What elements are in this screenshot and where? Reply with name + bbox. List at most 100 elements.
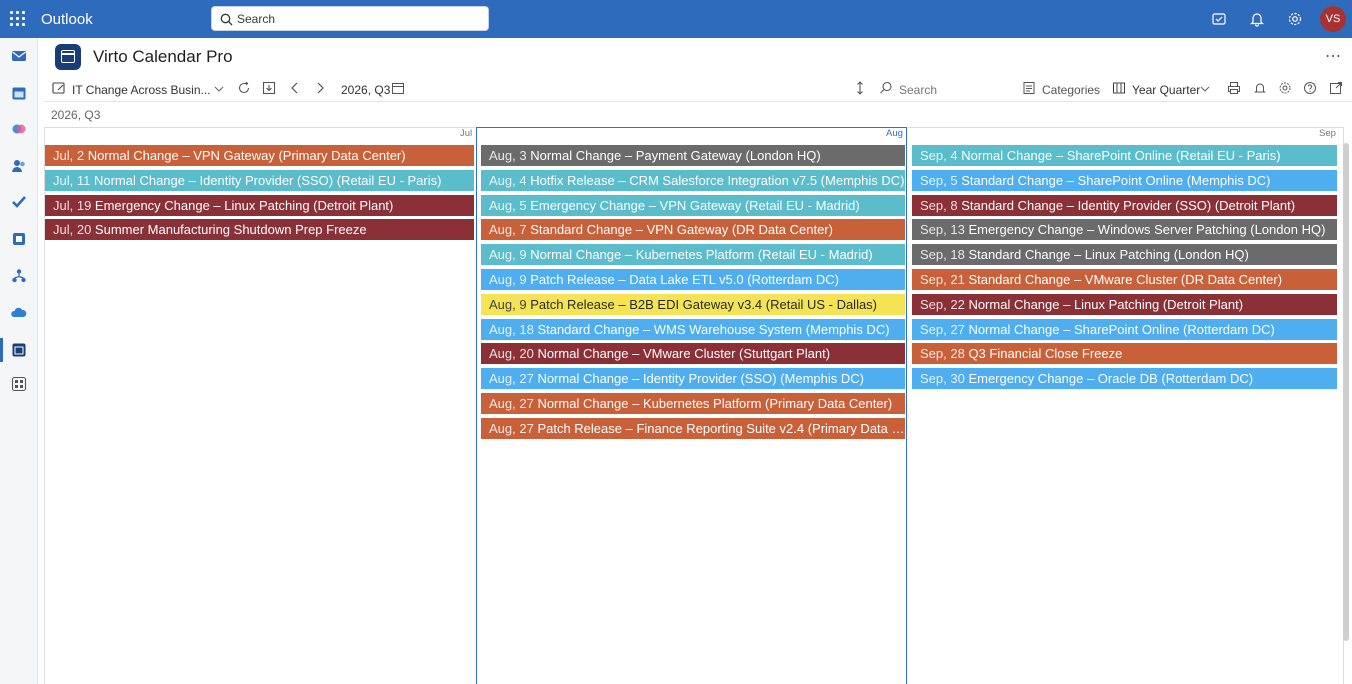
bell-icon[interactable] (1249, 11, 1265, 27)
event-jul-3[interactable]: Jul, 20 Summer Manufacturing Shutdown Pr… (45, 219, 474, 241)
todo-icon[interactable] (11, 194, 27, 210)
event-date: Jul, 11 (53, 172, 91, 188)
event-date: Sep, 4 (920, 148, 958, 163)
event-date: Aug, 9 (489, 247, 527, 263)
event-aug-9[interactable]: Aug, 27 Normal Change – Identity Provide… (481, 368, 905, 390)
event-sep-5[interactable]: Sep, 21 Standard Change – VMware Cluster… (912, 269, 1337, 290)
event-aug-1[interactable]: Aug, 4 Hotfix Release – CRM Salesforce I… (481, 169, 905, 191)
event-title: Normal Change – VMware Cluster (Stuttgar… (533, 346, 831, 362)
event-jul-2[interactable]: Jul, 19 Emergency Change – Linux Patchin… (45, 194, 474, 216)
period-label[interactable]: 2026, Q3 (341, 83, 390, 97)
event-date: Sep, 21 (920, 272, 965, 287)
event-title: Emergency Change – VPN Gateway (Retail E… (526, 197, 860, 213)
event-aug-0[interactable]: Aug, 3 Normal Change – Payment Gateway (… (481, 145, 905, 166)
event-aug-11[interactable]: Aug, 27 Patch Release – Finance Reportin… (481, 417, 905, 439)
event-date: Aug, 20 (489, 346, 534, 362)
categories-icon[interactable] (1022, 81, 1036, 95)
event-date: Sep, 22 (920, 296, 965, 312)
gear-icon[interactable] (1287, 11, 1303, 27)
print-icon[interactable] (1227, 81, 1241, 95)
event-aug-2[interactable]: Aug, 5 Emergency Change – VPN Gateway (R… (481, 194, 905, 216)
avatar[interactable]: VS (1320, 6, 1346, 32)
global-search-input[interactable]: Search (211, 6, 489, 31)
event-aug-3[interactable]: Aug, 7 Standard Change – VPN Gateway (DR… (481, 219, 905, 241)
event-title: Standard Change – WMS Warehouse System (… (533, 321, 890, 337)
date-picker-icon[interactable] (391, 81, 405, 95)
edit-calendar-icon[interactable] (52, 81, 66, 95)
virto-calendar-icon[interactable] (11, 342, 27, 358)
chevron-down-icon[interactable] (212, 82, 226, 96)
bookings-icon[interactable] (11, 231, 27, 247)
event-aug-5[interactable]: Aug, 9 Patch Release – Data Lake ETL v5.… (481, 269, 905, 290)
event-date: Sep, 13 (920, 222, 965, 238)
event-date: Sep, 5 (920, 172, 958, 188)
event-date: Jul, 19 (53, 197, 92, 213)
event-title: Emergency Change – Linux Patching (Detro… (91, 197, 394, 213)
event-date: Jul, 20 (53, 222, 92, 238)
calendar-icon[interactable] (11, 85, 27, 101)
event-date: Sep, 18 (920, 247, 965, 263)
event-title: Emergency Change – Windows Server Patchi… (964, 222, 1326, 238)
virto-logo-icon (55, 44, 81, 70)
event-aug-7[interactable]: Aug, 18 Standard Change – WMS Warehouse … (481, 318, 905, 340)
calendar-search-input[interactable]: Search (899, 83, 937, 97)
month-label-jul: Jul (460, 128, 473, 139)
event-date: Aug, 27 (489, 371, 534, 387)
scrollbar[interactable] (1343, 143, 1349, 641)
org-explorer-icon[interactable] (11, 268, 27, 284)
copilot-icon[interactable] (11, 121, 27, 137)
left-app-rail (0, 38, 38, 684)
event-sep-6[interactable]: Sep, 22 Normal Change – Linux Patching (… (912, 293, 1337, 315)
calendar-selector[interactable]: IT Change Across Busin... (72, 83, 211, 97)
event-aug-6[interactable]: Aug, 9 Patch Release – B2B EDI Gateway v… (481, 293, 905, 315)
refresh-icon[interactable] (237, 81, 251, 95)
people-icon[interactable] (11, 158, 27, 174)
expand-rows-icon[interactable] (853, 81, 867, 95)
event-sep-9[interactable]: Sep, 30 Emergency Change – Oracle DB (Ro… (912, 368, 1337, 390)
event-date: Aug, 9 (489, 296, 527, 312)
onedrive-icon[interactable] (11, 305, 27, 321)
outlook-topbar: Outlook Search VS (0, 0, 1352, 38)
event-title: Standard Change – SharePoint Online (Mem… (957, 172, 1271, 188)
chevron-left-icon[interactable] (288, 81, 302, 95)
view-icon (1113, 82, 1125, 94)
event-date: Sep, 30 (920, 371, 965, 387)
event-aug-4[interactable]: Aug, 9 Normal Change – Kubernetes Platfo… (481, 244, 905, 266)
chevron-down-icon[interactable] (1198, 82, 1212, 96)
help-icon[interactable] (1303, 81, 1317, 95)
event-sep-7[interactable]: Sep, 27 Normal Change – SharePoint Onlin… (912, 318, 1337, 340)
event-date: Aug, 5 (489, 197, 527, 213)
today-icon[interactable] (262, 81, 276, 95)
event-sep-8[interactable]: Sep, 28 Q3 Financial Close Freeze (912, 343, 1337, 365)
event-title: Normal Change – Linux Patching (Detroit … (964, 296, 1244, 312)
event-title: Summer Manufacturing Shutdown Prep Freez… (91, 222, 367, 238)
search-placeholder: Search (237, 12, 276, 26)
categories-button[interactable]: Categories (1042, 83, 1100, 97)
chevron-right-icon[interactable] (313, 81, 327, 95)
gear-icon[interactable] (1278, 81, 1292, 95)
more-options-icon[interactable]: ⋯ (1325, 46, 1342, 66)
mail-icon[interactable] (11, 48, 27, 64)
event-sep-3[interactable]: Sep, 13 Emergency Change – Windows Serve… (912, 219, 1337, 241)
event-aug-8[interactable]: Aug, 20 Normal Change – VMware Cluster (… (481, 343, 905, 365)
event-sep-1[interactable]: Sep, 5 Standard Change – SharePoint Onli… (912, 169, 1337, 191)
my-day-icon[interactable] (1211, 11, 1227, 27)
more-apps-icon[interactable] (11, 376, 27, 392)
event-aug-10[interactable]: Aug, 27 Normal Change – Kubernetes Platf… (481, 393, 905, 414)
event-jul-0[interactable]: Jul, 2 Normal Change – VPN Gateway (Prim… (45, 145, 474, 166)
event-jul-1[interactable]: Jul, 11 Normal Change – Identity Provide… (45, 169, 474, 191)
bell-icon[interactable] (1253, 81, 1267, 95)
event-title: Patch Release – Data Lake ETL v5.0 (Rott… (526, 272, 839, 287)
view-selector[interactable]: Year Quarter (1132, 83, 1200, 97)
event-sep-0[interactable]: Sep, 4 Normal Change – SharePoint Online… (912, 145, 1337, 166)
active-app-indicator (0, 338, 3, 362)
outlook-title[interactable]: Outlook (41, 11, 93, 28)
event-sep-4[interactable]: Sep, 18 Standard Change – Linux Patching… (912, 244, 1337, 266)
event-date: Aug, 9 (489, 272, 527, 287)
event-date: Sep, 28 (920, 346, 965, 362)
app-launcher-icon[interactable] (10, 11, 26, 27)
open-new-window-icon[interactable] (1329, 81, 1343, 95)
search-icon (880, 81, 892, 94)
event-sep-2[interactable]: Sep, 8 Standard Change – Identity Provid… (912, 194, 1337, 216)
event-date: Aug, 7 (489, 222, 527, 238)
